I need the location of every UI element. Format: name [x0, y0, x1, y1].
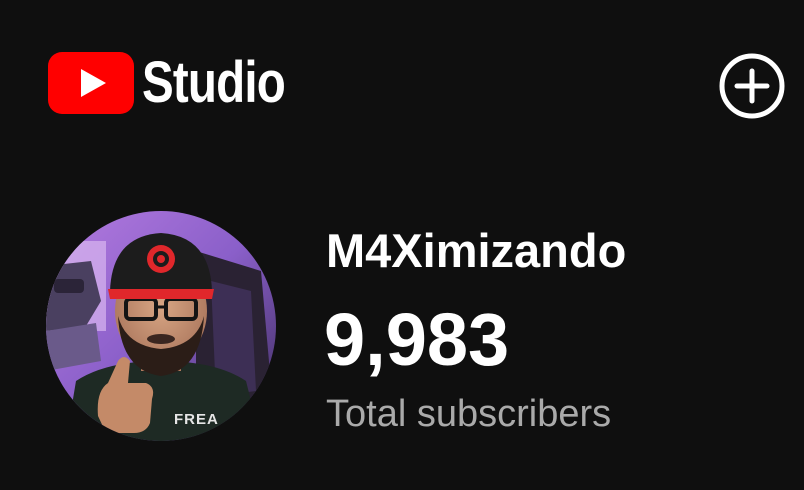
channel-avatar[interactable]: FREA — [46, 211, 276, 441]
studio-logo-text: Studio — [142, 50, 286, 115]
subscriber-count: 9,983 — [324, 298, 510, 381]
youtube-play-icon — [48, 52, 134, 114]
avatar-photo: FREA — [46, 211, 276, 441]
create-button[interactable] — [718, 52, 786, 120]
channel-summary: FREA M4Ximizando 9,983 Total subscribers — [0, 205, 804, 445]
app-header: Studio — [0, 0, 804, 150]
avatar-shirt-text: FREA — [174, 411, 219, 428]
studio-logo[interactable]: Studio — [48, 52, 316, 114]
channel-name: M4Ximizando — [326, 224, 627, 277]
subscriber-label: Total subscribers — [326, 393, 612, 435]
plus-circle-icon — [719, 53, 785, 119]
